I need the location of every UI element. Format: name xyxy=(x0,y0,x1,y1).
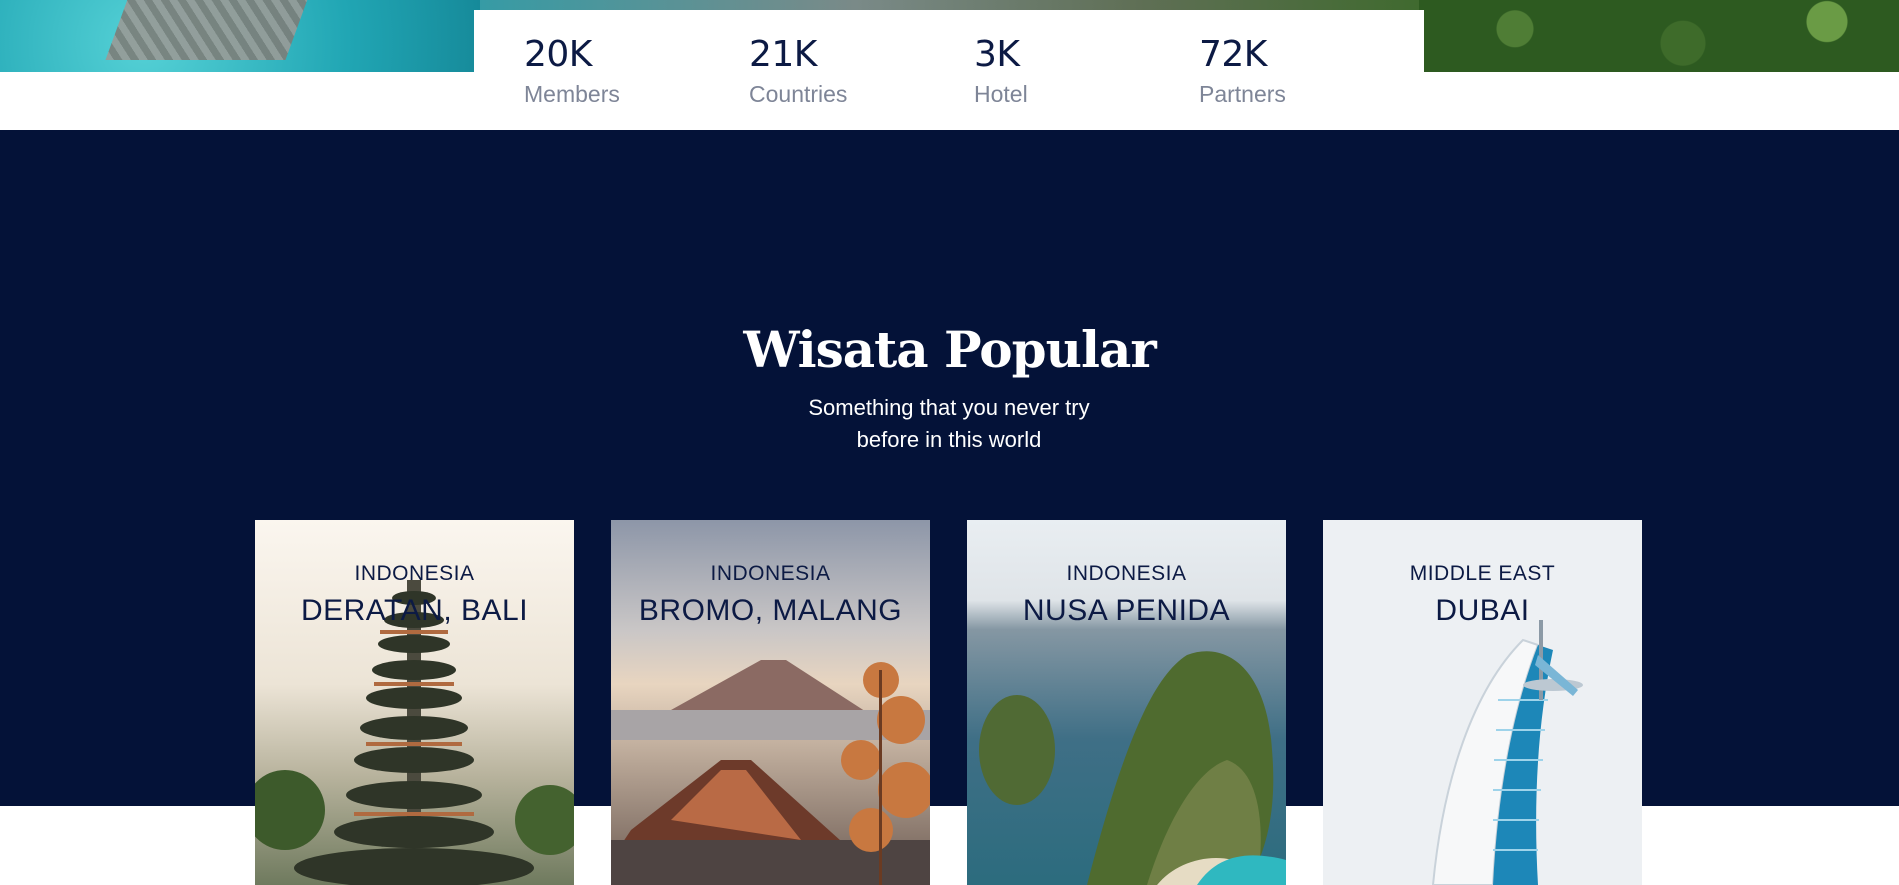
card-title: DUBAI xyxy=(1435,594,1530,627)
stat-value: 20K xyxy=(524,34,592,75)
destination-cards: INDONESIA DERATAN, BALI INDONESIA BROMO,… xyxy=(255,520,1645,885)
destination-card-bali[interactable]: INDONESIA DERATAN, BALI xyxy=(255,520,574,885)
card-region: INDONESIA xyxy=(710,562,831,585)
stat-label: Hotel xyxy=(974,81,1028,107)
stat-label: Partners xyxy=(1199,81,1286,107)
stat-value: 21K xyxy=(749,34,817,75)
stat-countries: 21K Countries xyxy=(749,34,974,130)
stat-hotel: 3K Hotel xyxy=(974,34,1199,130)
stat-value: 72K xyxy=(1199,34,1267,75)
hero-trees-image xyxy=(1419,0,1899,72)
section-subtitle: Something that you never try before in t… xyxy=(808,395,1090,452)
stat-partners: 72K Partners xyxy=(1199,34,1424,130)
stat-members: 20K Members xyxy=(524,34,749,130)
destination-card-nusa-penida[interactable]: INDONESIA NUSA PENIDA xyxy=(967,520,1286,885)
card-title: NUSA PENIDA xyxy=(1022,594,1231,627)
stat-value: 3K xyxy=(974,34,1020,75)
destination-card-bromo[interactable]: INDONESIA BROMO, MALANG xyxy=(611,520,930,885)
card-title: BROMO, MALANG xyxy=(638,594,903,627)
stats-card: 20K Members 21K Countries 3K Hotel 72K P… xyxy=(474,10,1424,130)
card-title: DERATAN, BALI xyxy=(300,594,529,627)
destination-card-dubai[interactable]: MIDDLE EAST DUBAI xyxy=(1323,520,1642,885)
stat-label: Countries xyxy=(749,81,848,107)
section-title: Wisata Popular xyxy=(743,320,1156,379)
card-region: INDONESIA xyxy=(354,562,475,585)
card-region: INDONESIA xyxy=(1066,562,1187,585)
stat-label: Members xyxy=(524,81,620,107)
card-region: MIDDLE EAST xyxy=(1409,562,1556,585)
hero-pier-image xyxy=(105,0,315,60)
